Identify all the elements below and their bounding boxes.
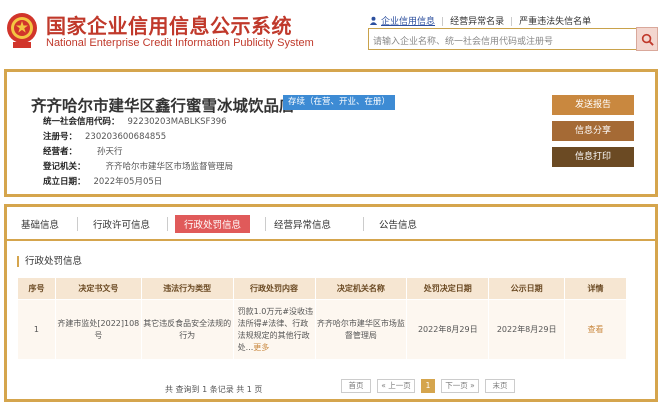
reg-no-row: 注册号： 230203600684855 [43,132,167,142]
share-info-button[interactable]: 信息分享 [552,121,634,141]
view-detail-link[interactable]: 查看 [588,325,604,334]
tab-penalty-info[interactable]: 行政处罚信息 [175,215,251,233]
col-header-violation: 违法行为类型 [140,277,234,300]
cell-decision-date: 2022年8月29日 [406,299,490,360]
cell-detail: 查看 [564,299,627,360]
site-subtitle: National Enterprise Credit Information P… [46,37,314,49]
nav-link-abnormal-list[interactable]: 经营异常名录 [450,14,504,27]
company-info-panel: 齐齐哈尔市建华区鑫行蜜雪冰城饮品店 存续（在营、开业、在册） 统一社会信用代码：… [4,69,658,197]
col-header-authority: 决定机关名称 [314,277,408,300]
pager-current[interactable]: 1 [421,379,435,393]
print-info-button[interactable]: 信息打印 [552,147,634,167]
operator-row: 经营者： 孙天行 [43,147,123,157]
site-title: 国家企业信用信息公示系统 [46,14,292,38]
pager-next[interactable]: 下一页 » [441,379,479,393]
company-name: 齐齐哈尔市建华区鑫行蜜雪冰城饮品店 [31,97,295,115]
detail-panel: 基础信息 行政许可信息 行政处罚信息 经营异常信息 公告信息 行政处罚信息 序号… [4,204,658,402]
pager-last[interactable]: 末页 [485,379,515,393]
user-icon [369,16,378,25]
top-nav: 企业信用信息 | 经营异常名录 | 严重违法失信名单 [369,14,591,27]
cell-doc-no: 齐建市监处[2022]108号 [54,299,142,360]
pager-first[interactable]: 首页 [341,379,371,393]
col-header-content: 行政处罚内容 [232,277,316,300]
search-icon [641,33,654,46]
nav-link-credit-info[interactable]: 企业信用信息 [381,14,435,27]
tab-license-info[interactable]: 行政许可信息 [93,217,150,231]
search-input[interactable]: 请输入企业名称、统一社会信用代码或注册号 [368,28,636,50]
col-header-doc-no: 决定书文号 [54,277,142,300]
tab-announcement-info[interactable]: 公告信息 [379,217,417,231]
national-emblem-icon [7,13,37,48]
table-row: 1 齐建市监处[2022]108号 其它违反食品安全法规的行为 罚款1.0万元#… [17,299,627,360]
nav-link-serious-violation[interactable]: 严重违法失信名单 [519,14,591,27]
pager-prev[interactable]: « 上一页 [377,379,415,393]
more-link[interactable]: 更多 [253,343,269,352]
cell-content: 罚款1.0万元#没收违法所得#法律、行政法规规定的其他行政处...更多 [232,299,316,360]
col-header-publish-date: 公示日期 [488,277,566,300]
tab-basic-info[interactable]: 基础信息 [21,217,59,231]
search-button[interactable] [636,27,658,51]
credit-code-row: 统一社会信用代码： 92230203MABLKSF396 [43,117,227,127]
cell-violation: 其它违反食品安全法规的行为 [140,299,234,360]
send-report-button[interactable]: 发送报告 [552,95,634,115]
cell-publish-date: 2022年8月29日 [488,299,566,360]
table-header-row: 序号 决定书文号 违法行为类型 行政处罚内容 决定机关名称 处罚决定日期 公示日… [17,277,627,300]
cell-no: 1 [17,299,56,360]
pager-total: 共 查询到 1 条记录 共 1 页 [165,385,263,394]
site-header: 国家企业信用信息公示系统 National Enterprise Credit … [0,0,660,62]
reg-authority-row: 登记机关： 齐齐哈尔市建华区市场监督管理局 [43,162,234,172]
tab-bar: 基础信息 行政许可信息 行政处罚信息 经营异常信息 公告信息 [7,207,655,241]
status-badge: 存续（在营、开业、在册） [283,95,396,110]
section-title: 行政处罚信息 [17,256,82,267]
founding-date-row: 成立日期： 2022年05月05日 [43,177,163,187]
col-header-no: 序号 [17,277,56,300]
col-header-decision-date: 处罚决定日期 [406,277,490,300]
col-header-detail: 详情 [564,277,627,300]
cell-authority: 齐齐哈尔市建华区市场监督管理局 [314,299,408,360]
tab-abnormal-info[interactable]: 经营异常信息 [274,217,331,231]
penalty-table: 序号 决定书文号 违法行为类型 行政处罚内容 决定机关名称 处罚决定日期 公示日… [17,277,627,360]
